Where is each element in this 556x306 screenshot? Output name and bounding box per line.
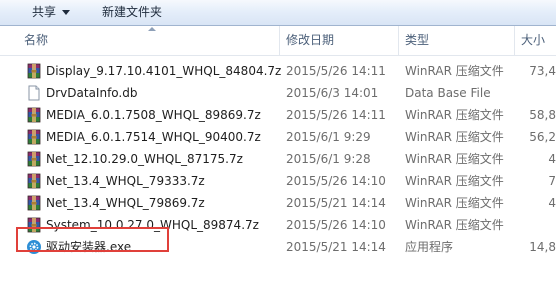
file-name: Net_13.4_WHQL_79869.7z — [46, 196, 205, 210]
winrar-archive-icon — [26, 151, 42, 167]
file-row[interactable]: MEDIA_6.0.1.7514_WHQL_90400.7z 2015/6/1 9… — [0, 126, 556, 148]
file-type: Data Base File — [405, 86, 491, 100]
file-date: 2015/5/26 14:11 — [286, 64, 386, 78]
file-name-cell[interactable]: Net_13.4_WHQL_79333.7z — [26, 170, 281, 192]
file-row[interactable]: Display_9.17.10.4101_WHQL_84804.7z 2015/5… — [0, 60, 556, 82]
new-folder-button[interactable]: 新建文件夹 — [102, 0, 162, 25]
file-size — [520, 214, 556, 236]
winrar-archive-icon — [26, 129, 42, 145]
file-type: WinRAR 压缩文件 — [405, 64, 504, 78]
file-name: MEDIA_6.0.1.7514_WHQL_90400.7z — [46, 130, 261, 144]
file-size: 73,4 — [529, 64, 556, 78]
file-type: WinRAR 压缩文件 — [405, 218, 504, 232]
chevron-down-icon — [62, 10, 71, 15]
winrar-archive-icon — [26, 195, 42, 211]
file-size: 58,8 — [529, 108, 556, 122]
file-name-cell[interactable]: DrvDataInfo.db — [26, 82, 281, 104]
column-size-header[interactable]: 大小 — [514, 26, 556, 55]
file-name-cell[interactable]: MEDIA_6.0.1.7514_WHQL_90400.7z — [26, 126, 281, 148]
file-size: 14,8 — [529, 240, 556, 254]
winrar-archive-icon — [26, 63, 42, 79]
highlight-annotation — [16, 227, 169, 252]
file-name: Display_9.17.10.4101_WHQL_84804.7z — [46, 64, 281, 78]
winrar-archive-icon — [26, 173, 42, 189]
column-date-header[interactable]: 修改日期 — [279, 26, 397, 55]
file-name: DrvDataInfo.db — [46, 86, 138, 100]
file-row[interactable]: Net_13.4_WHQL_79869.7z 2015/5/21 14:14 Win… — [0, 192, 556, 214]
file-date: 2015/5/26 14:10 — [286, 218, 386, 232]
file-row[interactable]: DrvDataInfo.db 2015/6/3 14:01 Data Base Fi… — [0, 82, 556, 104]
file-date: 2015/6/1 9:28 — [286, 152, 371, 166]
sort-ascending-icon — [148, 27, 156, 31]
file-row[interactable]: Net_12.10.29.0_WHQL_87175.7z 2015/6/1 9:2… — [0, 148, 556, 170]
file-type: 应用程序 — [405, 240, 454, 254]
share-label: 共享 — [32, 5, 57, 19]
file-size: 4 — [548, 152, 556, 166]
explorer-window: 共享 新建文件夹 名称 修改日期 类型 大小 Display_9.17.10.4… — [0, 0, 556, 306]
file-date: 2015/5/26 14:11 — [286, 108, 386, 122]
file-date: 2015/5/26 14:10 — [286, 174, 386, 188]
command-bar: 共享 新建文件夹 — [0, 0, 556, 26]
file-type: WinRAR 压缩文件 — [405, 130, 504, 144]
file-type: WinRAR 压缩文件 — [405, 196, 504, 210]
generic-file-icon — [26, 85, 42, 101]
file-size: 7 — [548, 174, 556, 188]
file-name-cell[interactable]: Display_9.17.10.4101_WHQL_84804.7z — [26, 60, 281, 82]
winrar-archive-icon — [26, 107, 42, 123]
file-name-cell[interactable]: Net_13.4_WHQL_79869.7z — [26, 192, 281, 214]
share-button[interactable]: 共享 — [32, 0, 71, 25]
file-size — [520, 82, 556, 104]
file-name: Net_12.10.29.0_WHQL_87175.7z — [46, 152, 243, 166]
file-name: MEDIA_6.0.1.7508_WHQL_89869.7z — [46, 108, 261, 122]
file-type: WinRAR 压缩文件 — [405, 152, 504, 166]
file-row[interactable]: Net_13.4_WHQL_79333.7z 2015/5/26 14:10 Win… — [0, 170, 556, 192]
file-size: 56,2 — [529, 130, 556, 144]
file-date: 2015/6/3 14:01 — [286, 86, 379, 100]
file-date: 2015/5/21 14:14 — [286, 196, 386, 210]
file-name-cell[interactable]: MEDIA_6.0.1.7508_WHQL_89869.7z — [26, 104, 281, 126]
file-date: 2015/6/1 9:29 — [286, 130, 371, 144]
column-type-header[interactable]: 类型 — [398, 26, 513, 55]
file-type: WinRAR 压缩文件 — [405, 174, 504, 188]
column-header: 名称 修改日期 类型 大小 — [0, 26, 556, 56]
file-name: Net_13.4_WHQL_79333.7z — [46, 174, 205, 188]
file-date: 2015/5/21 14:14 — [286, 240, 386, 254]
file-size: 4 — [548, 196, 556, 210]
file-row[interactable]: MEDIA_6.0.1.7508_WHQL_89869.7z 2015/5/26 … — [0, 104, 556, 126]
file-name-cell[interactable]: Net_12.10.29.0_WHQL_87175.7z — [26, 148, 281, 170]
file-type: WinRAR 压缩文件 — [405, 108, 504, 122]
